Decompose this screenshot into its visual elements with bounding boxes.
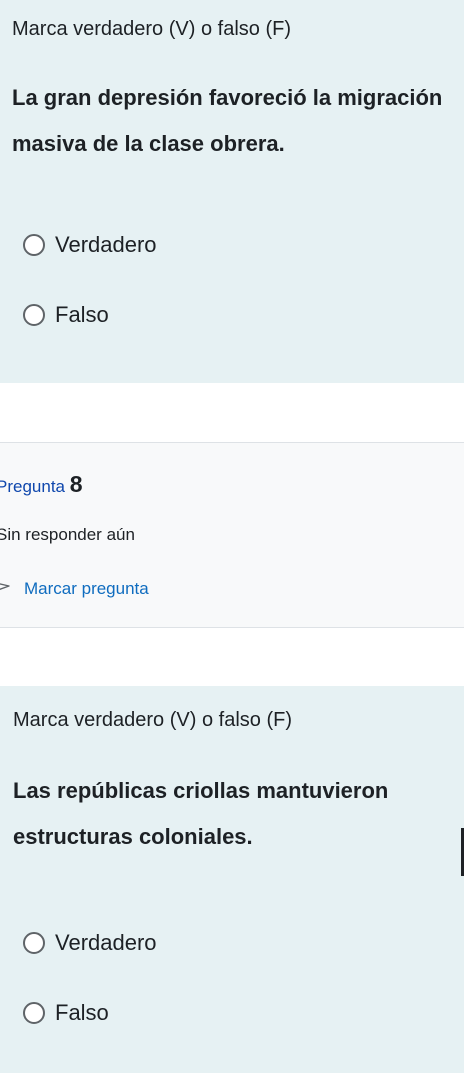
question-instruction: Marca verdadero (V) o falso (F) — [12, 18, 291, 40]
radio-unchecked-icon[interactable] — [23, 234, 45, 256]
question-number-value: 8 — [69, 471, 83, 497]
flag-question-label[interactable]: Marcar pregunta — [24, 579, 149, 599]
option-falso[interactable]: Falso — [23, 302, 109, 328]
option-label: Falso — [55, 302, 109, 327]
question-state: Sin responder aún — [0, 525, 135, 544]
option-verdadero[interactable]: Verdadero — [23, 930, 157, 956]
option-label: Verdadero — [55, 930, 157, 955]
question-8-content: Marca verdadero (V) o falso (F) Las repú… — [0, 686, 464, 1073]
flag-outline-icon[interactable] — [0, 581, 12, 597]
radio-unchecked-icon[interactable] — [23, 304, 45, 326]
radio-unchecked-icon[interactable] — [23, 932, 45, 954]
question-instruction: Marca verdadero (V) o falso (F) — [13, 709, 292, 731]
question-7-content: Marca verdadero (V) o falso (F) La gran … — [0, 0, 464, 383]
option-label: Verdadero — [55, 232, 157, 257]
option-falso[interactable]: Falso — [23, 1000, 109, 1026]
question-8-info-box: Pregunta 8 Sin responder aún Marcar preg… — [0, 442, 464, 628]
question-text: Las repúblicas criollas mantuvieron estr… — [13, 778, 389, 849]
question-number-label: Pregunta — [0, 477, 65, 496]
option-label: Falso — [55, 1000, 109, 1025]
radio-unchecked-icon[interactable] — [23, 1002, 45, 1024]
flag-question-link[interactable]: Marcar pregunta — [0, 579, 149, 599]
option-verdadero[interactable]: Verdadero — [23, 232, 157, 258]
question-text: La gran depresión favoreció la migración… — [12, 85, 443, 156]
question-number: Pregunta 8 — [0, 471, 83, 498]
